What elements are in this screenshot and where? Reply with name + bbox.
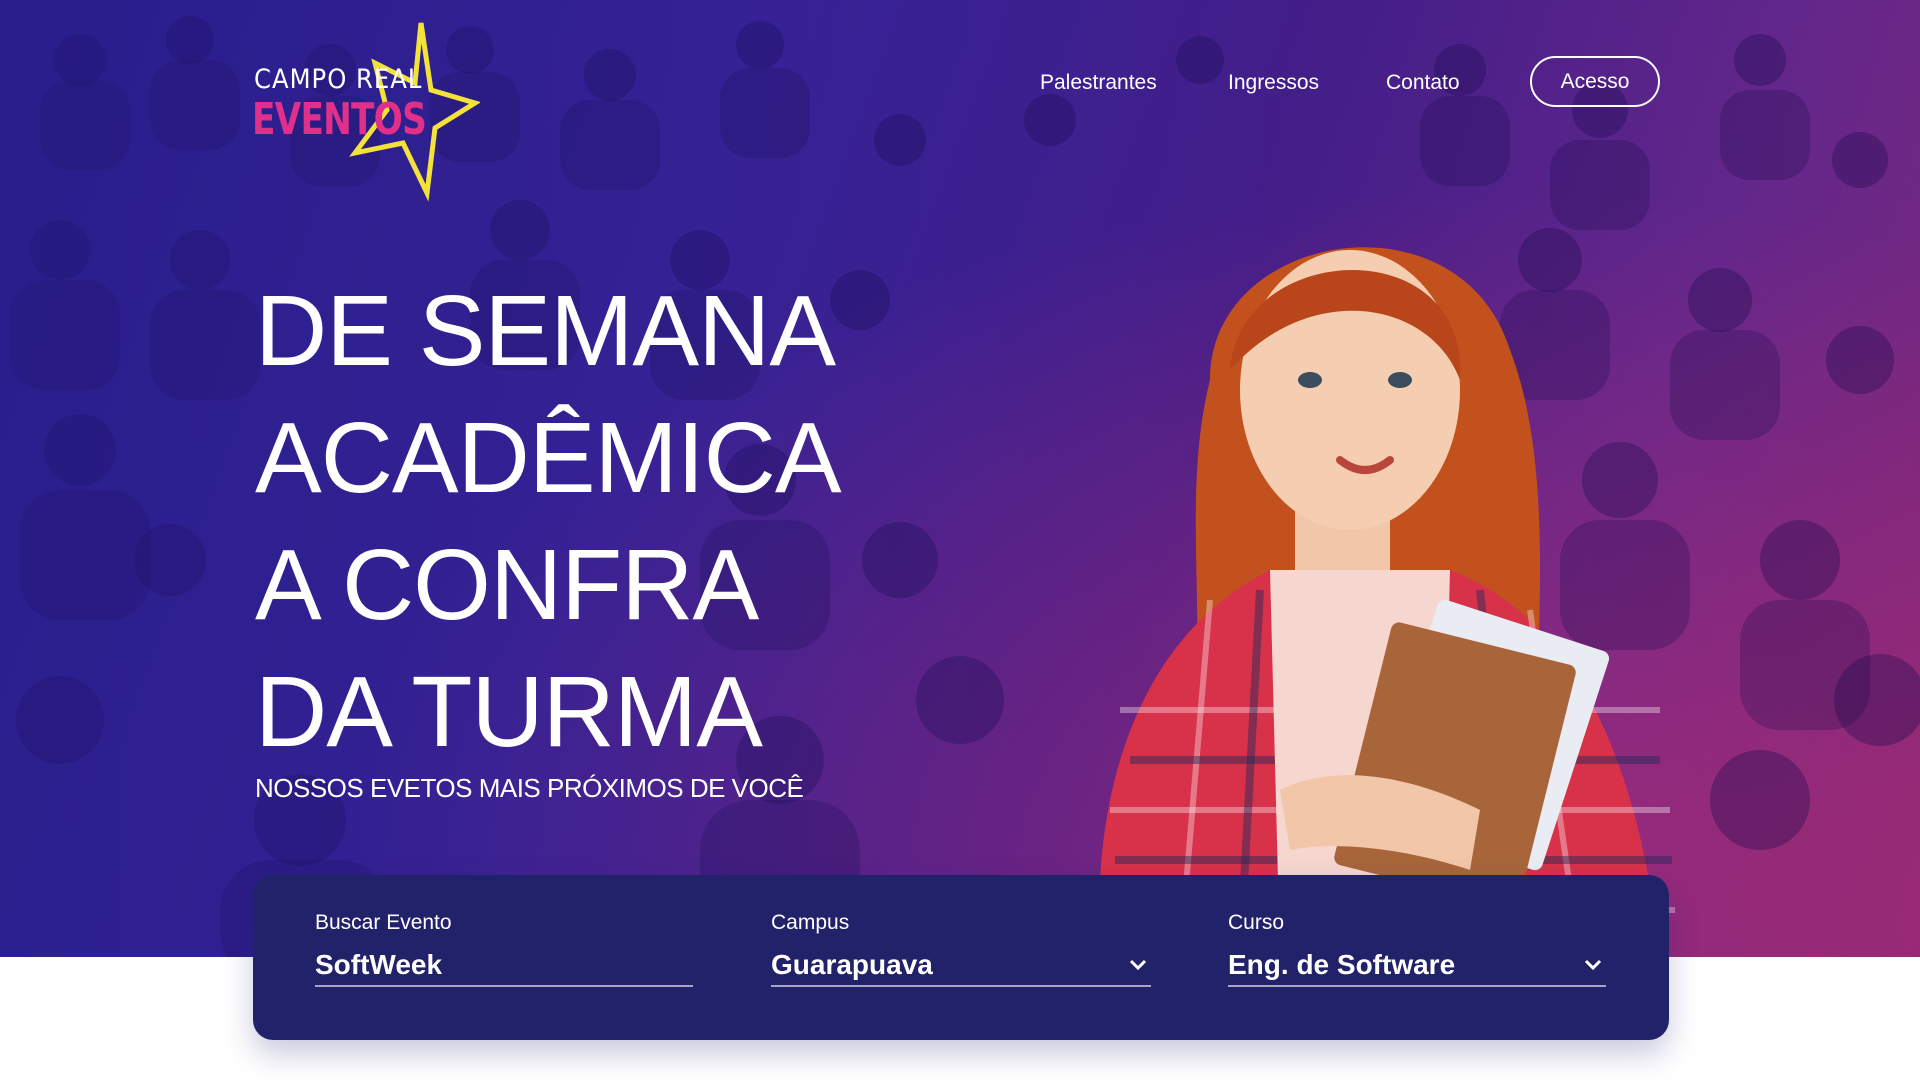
campus-select[interactable]: Guarapuava [771,949,1151,987]
nav-link-contato[interactable]: Contato [1386,71,1460,95]
event-search-field[interactable]: Buscar Evento SoftWeek [315,911,693,987]
campo-real-eventos-logo[interactable]: CAMPO REAL EVENTOS [250,18,480,208]
logo-text-top: CAMPO REAL [254,64,423,95]
campus-select-field[interactable]: Campus Guarapuava [771,911,1151,987]
headline-line: A CONFRA [255,529,759,641]
acesso-button[interactable]: Acesso [1530,56,1660,107]
main-nav: Palestrantes Ingressos Contato Acesso [1000,55,1700,111]
campus-label: Campus [771,911,850,934]
event-search-input[interactable]: SoftWeek [315,949,693,987]
headline-line: DA TURMA [255,656,763,768]
course-select-field[interactable]: Curso Eng. de Software [1228,911,1606,987]
course-label: Curso [1228,911,1285,934]
headline-line: ACADÊMICA [255,402,842,514]
nav-link-ingressos[interactable]: Ingressos [1228,71,1319,95]
hero-subtitle: NOSSOS EVETOS MAIS PRÓXIMOS DE VOCÊ [255,773,804,803]
chevron-down-icon[interactable] [1584,959,1602,971]
logo-text-bottom: EVENTOS [252,94,427,145]
campus-value: Guarapuava [771,949,933,980]
hero-section: CAMPO REAL EVENTOS Palestrantes Ingresso… [0,0,1920,957]
nav-link-palestrantes[interactable]: Palestrantes [1040,71,1157,95]
event-search-bar: Buscar Evento SoftWeek Campus Guarapuava… [253,875,1669,1040]
hero-headline: DE SEMANA ACADÊMICA A CONFRA DA TURMA [255,268,915,776]
chevron-down-icon[interactable] [1129,959,1147,971]
course-value: Eng. de Software [1228,949,1456,980]
student-photo [1098,247,1675,957]
course-select[interactable]: Eng. de Software [1228,949,1606,987]
event-search-label: Buscar Evento [315,911,452,934]
headline-line: DE SEMANA [255,275,836,387]
